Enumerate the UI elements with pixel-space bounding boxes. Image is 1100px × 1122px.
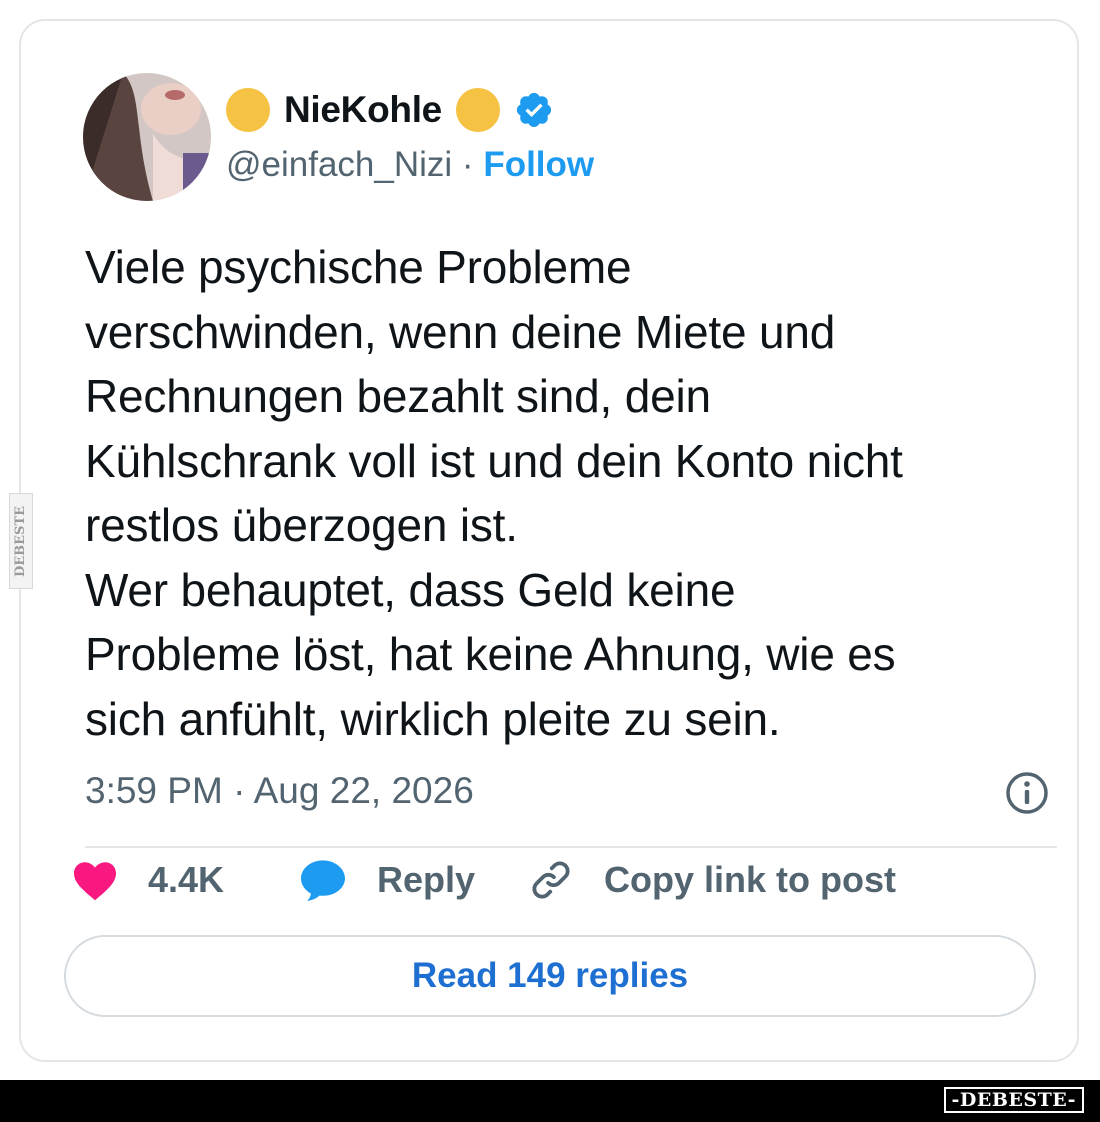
copy-link-button[interactable]: Copy link to post (528, 852, 896, 908)
reply-bubble-icon (299, 858, 347, 902)
yellow-circle-emoji-icon (226, 88, 270, 132)
verified-badge-icon (514, 90, 554, 130)
yellow-circle-emoji-icon (455, 88, 500, 132)
name-row: NieKohle (226, 85, 554, 135)
avatar[interactable] (83, 73, 211, 201)
like-count: 4.4K (148, 859, 225, 900)
follow-button[interactable]: Follow (483, 145, 594, 184)
like-button[interactable]: 4.4K (72, 852, 224, 908)
timestamp[interactable]: 3:59 PM · Aug 22, 2026 (85, 770, 474, 812)
display-name[interactable]: NieKohle (284, 89, 442, 131)
heart-icon (72, 859, 118, 901)
read-replies-button[interactable]: Read 149 replies (64, 935, 1036, 1017)
tweet-text: Viele psychische Probleme verschwinden, … (85, 241, 903, 745)
separator-dot: · (461, 145, 474, 184)
handle-row: @einfach_Nizi · Follow (226, 145, 594, 185)
reply-button[interactable]: Reply (299, 852, 475, 908)
bottom-watermark-logo: -DEBESTE- (943, 1087, 1084, 1113)
bottom-watermark-bar: -DEBESTE- (0, 1080, 1100, 1122)
link-icon (528, 857, 574, 903)
copy-link-label: Copy link to post (604, 859, 896, 900)
side-watermark-text: DEBESTE (13, 505, 29, 577)
side-watermark: DEBESTE (9, 493, 33, 589)
divider (85, 846, 1057, 848)
handle[interactable]: @einfach_Nizi (226, 145, 452, 184)
info-icon[interactable] (1003, 769, 1051, 817)
reply-label: Reply (377, 859, 476, 900)
